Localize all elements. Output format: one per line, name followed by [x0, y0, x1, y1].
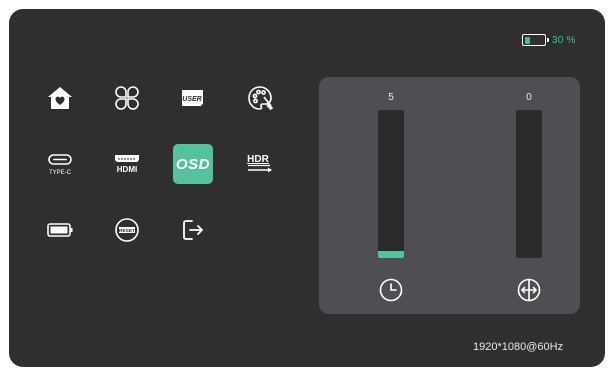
adjustment-panel: 5 0 — [319, 77, 580, 314]
reset-button[interactable]: RESET — [107, 210, 147, 250]
svg-text:RESET: RESET — [119, 228, 135, 234]
battery-percent: 30 % — [552, 34, 576, 46]
user-mode-button[interactable]: USER — [173, 78, 213, 118]
color-palette-button[interactable] — [240, 78, 280, 118]
hdmi-icon: HDMI — [115, 155, 139, 174]
slider-track[interactable] — [378, 110, 404, 258]
user-mode-icon: USER — [182, 90, 203, 106]
horizontal-position-icon — [514, 275, 544, 305]
usb-type-c-icon: TYPE-C — [48, 154, 72, 176]
slider-fill — [378, 250, 404, 258]
layout-button[interactable] — [107, 78, 147, 118]
battery-button[interactable] — [40, 210, 80, 250]
battery-icon — [47, 223, 73, 237]
slider-track[interactable] — [516, 110, 542, 258]
hdr-button[interactable]: HDR — [240, 144, 280, 184]
exit-icon — [183, 220, 203, 240]
hdr-icon: HDR — [247, 154, 272, 173]
svg-text:HDMI: HDMI — [117, 165, 137, 174]
osd-menu: 30 % USER TYPE-C HDMI OSD HDR RESET 5 0 … — [9, 9, 605, 367]
color-palette-icon — [248, 86, 274, 111]
battery-status: 30 % — [522, 34, 576, 46]
home-icon — [48, 87, 72, 109]
clock-icon — [376, 275, 406, 305]
svg-text:USER: USER — [182, 96, 201, 103]
svg-text:HDR: HDR — [247, 154, 269, 165]
home-button[interactable] — [40, 78, 80, 118]
battery-level-icon — [522, 34, 549, 46]
exit-button[interactable] — [173, 210, 213, 250]
layout-icon — [115, 86, 139, 110]
usb-type-c-button[interactable]: TYPE-C — [40, 144, 80, 184]
slider-value: 5 — [388, 92, 394, 103]
battery-level-fill — [524, 36, 530, 44]
hdmi-button[interactable]: HDMI — [107, 144, 147, 184]
resolution-label: 1920*1080@60Hz — [473, 341, 564, 353]
osd-button[interactable]: OSD — [173, 144, 213, 184]
reset-icon: RESET — [115, 218, 139, 242]
osd-label: OSD — [175, 155, 210, 173]
svg-text:TYPE-C: TYPE-C — [49, 170, 72, 176]
slider-value: 0 — [526, 92, 532, 103]
